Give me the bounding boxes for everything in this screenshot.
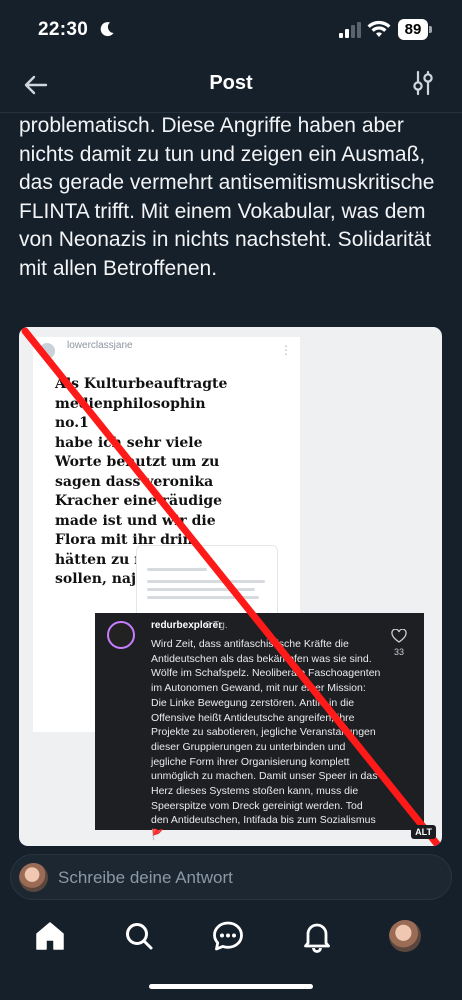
- moon-icon: [100, 22, 114, 37]
- user-avatar: [19, 863, 48, 892]
- post-text: problematisch. Diese Angriffe haben aber…: [19, 114, 435, 280]
- home-indicator: [149, 984, 313, 989]
- status-bar: 22:30 89: [0, 0, 462, 60]
- page-title: Post: [209, 72, 253, 94]
- reply-placeholder: Schreibe deine Antwort: [58, 868, 233, 887]
- status-time: 22:30: [38, 19, 89, 40]
- battery-cap: [429, 26, 432, 33]
- red-strike-line: [21, 327, 441, 846]
- tab-bar: [0, 908, 462, 966]
- reply-input[interactable]: Schreibe deine Antwort: [10, 854, 452, 900]
- battery-indicator: 89: [398, 19, 428, 40]
- profile-avatar[interactable]: [389, 920, 421, 952]
- nav-bar: Post: [0, 60, 462, 113]
- alt-badge[interactable]: ALT: [411, 825, 436, 839]
- search-icon[interactable]: [122, 919, 156, 953]
- home-icon[interactable]: [33, 919, 67, 953]
- bell-icon[interactable]: [300, 919, 334, 953]
- post-image[interactable]: lowerclassjane ⋮ Als Kulturbeauftragte m…: [19, 327, 442, 846]
- sliders-icon[interactable]: [412, 70, 434, 96]
- cellular-signal-icon: [339, 22, 361, 38]
- chat-icon[interactable]: [211, 919, 245, 953]
- wifi-icon: [367, 20, 391, 37]
